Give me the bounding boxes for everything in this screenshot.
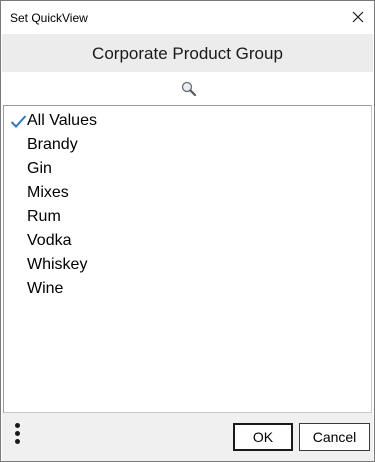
close-button[interactable] bbox=[346, 6, 370, 28]
header-bar: Corporate Product Group bbox=[2, 34, 373, 72]
quickview-dialog: Set QuickView Corporate Product Group Al… bbox=[0, 0, 375, 462]
list-item-label: Mixes bbox=[27, 184, 69, 201]
list-item[interactable]: Mixes bbox=[4, 182, 371, 206]
search-row bbox=[2, 72, 373, 104]
list-item[interactable]: All Values bbox=[4, 110, 371, 134]
field-title: Corporate Product Group bbox=[92, 44, 283, 63]
title-bar: Set QuickView bbox=[1, 1, 374, 34]
footer-bar: OK Cancel bbox=[2, 413, 373, 461]
list-item[interactable]: Gin bbox=[4, 158, 371, 182]
ok-button[interactable]: OK bbox=[233, 423, 293, 451]
more-vertical-icon[interactable] bbox=[12, 423, 24, 445]
dialog-title: Set QuickView bbox=[10, 11, 88, 25]
checkmark-icon bbox=[10, 115, 27, 128]
list-item-label: Whiskey bbox=[27, 256, 88, 273]
list-item-label: Vodka bbox=[27, 232, 72, 249]
list-item[interactable]: Rum bbox=[4, 206, 371, 230]
list-item-label: All Values bbox=[27, 112, 97, 129]
cancel-button[interactable]: Cancel bbox=[299, 423, 370, 451]
close-icon bbox=[352, 11, 364, 23]
list-item[interactable]: Wine bbox=[4, 278, 371, 302]
list-item-label: Rum bbox=[27, 208, 61, 225]
list-item[interactable]: Brandy bbox=[4, 134, 371, 158]
list-item-label: Wine bbox=[27, 280, 64, 297]
list-item-label: Gin bbox=[27, 160, 52, 177]
list-item[interactable]: Vodka bbox=[4, 230, 371, 254]
list-item[interactable]: Whiskey bbox=[4, 254, 371, 278]
list-item-label: Brandy bbox=[27, 136, 78, 153]
value-list: All Values Brandy Gin Mixes Rum Vodka Whiskey W… bbox=[3, 105, 372, 413]
search-icon[interactable] bbox=[180, 80, 198, 98]
